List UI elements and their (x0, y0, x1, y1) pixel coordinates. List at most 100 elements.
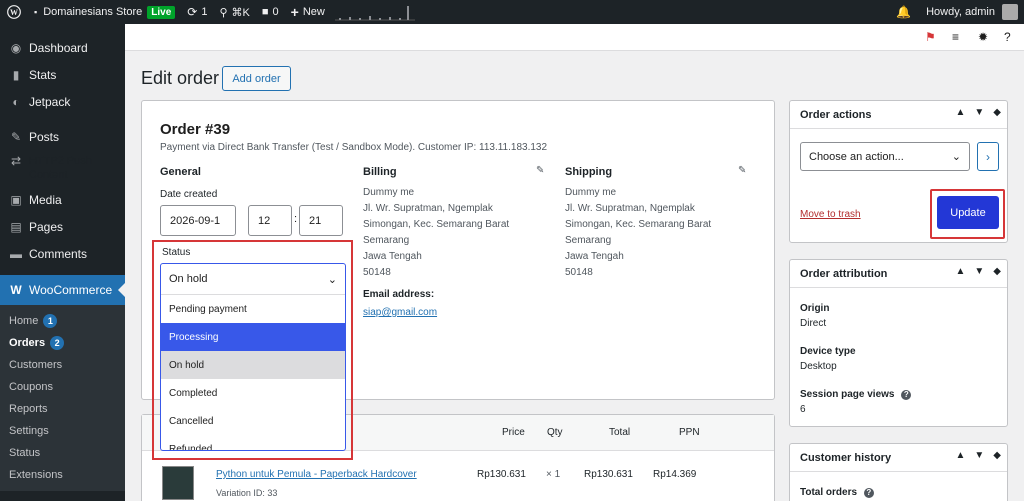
collapse-icon[interactable]: ◆ (993, 266, 1001, 277)
date-created-input[interactable]: 2026-09-1 (160, 205, 236, 236)
site-name-link[interactable]: ▪ Domainesians Store Live (28, 0, 181, 24)
sidebar-item-dashboard[interactable]: ◉ Dashboard (0, 34, 125, 61)
new-label: New (302, 6, 325, 18)
chevron-down-icon[interactable]: ▼ (974, 107, 984, 118)
command-palette-link[interactable]: ⚲ ⌘K (213, 0, 255, 24)
sidebar-item-label: Media (29, 192, 62, 207)
chevron-up-icon[interactable]: ▲ (955, 107, 965, 118)
order-attribution-title: Order attribution (800, 268, 888, 280)
address-line: Semarang (565, 235, 612, 246)
chevron-up-icon[interactable]: ▲ (955, 266, 965, 277)
comments-link[interactable]: ■ 0 (256, 0, 285, 24)
updates-count: 1 (201, 6, 208, 18)
submenu-item-extensions[interactable]: Extensions (0, 464, 125, 486)
notifications-bell-icon[interactable]: 🔔 (896, 5, 911, 19)
address-line: Jawa Tengah (565, 251, 624, 262)
media-icon: ▣ (10, 192, 22, 207)
submenu-item-customers[interactable]: Customers (0, 354, 125, 376)
submenu-label: Home (9, 315, 39, 327)
status-option-cancelled[interactable]: Cancelled (161, 407, 345, 435)
address-line: Jl. Wr. Supratman, Ngemplak (363, 203, 493, 214)
inbox-alert-icon[interactable]: ⚑ (925, 30, 936, 44)
page-title: Edit order (141, 68, 220, 88)
status-select[interactable]: On hold ⌄ Pending payment Processing On … (160, 263, 346, 451)
order-attribution-header: Order attribution ▲ ▼ ◆ (790, 260, 1007, 288)
new-content-link[interactable]: + New (285, 0, 331, 24)
email-link[interactable]: siap@gmail.com (363, 307, 437, 318)
help-icon[interactable]: ? (863, 488, 874, 498)
move-to-trash-link[interactable]: Move to trash (800, 209, 861, 220)
sidebar-item-jetpack[interactable]: ◐ Jetpack (0, 88, 125, 115)
order-action-select[interactable]: Choose an action... ⌄ (800, 142, 970, 171)
submenu-label: Settings (9, 425, 49, 437)
status-option-on-hold[interactable]: On hold (161, 351, 345, 379)
product-thumbnail[interactable] (162, 466, 194, 500)
sidebar-item-woocommerce[interactable]: W WooCommerce (0, 275, 125, 305)
apply-action-button[interactable]: › (977, 142, 999, 171)
views-field: Session page views ? 6 (800, 389, 912, 415)
collapse-icon[interactable]: ◆ (993, 450, 1001, 461)
stats-sparkline[interactable] (334, 3, 415, 21)
list-icon[interactable]: ≡ (952, 30, 959, 44)
update-button[interactable]: Update (937, 196, 999, 229)
sidebar-item-label: WooCommerce (29, 283, 113, 297)
activity-toolbar: ⚑ ≡ ✹ ? (125, 24, 1024, 51)
sidebar-item-comments[interactable]: ▬ Comments (0, 240, 125, 267)
ppn-header: PPN (679, 427, 700, 438)
submenu-item-reports[interactable]: Reports (0, 398, 125, 420)
submenu-item-orders[interactable]: Orders 2 (0, 332, 125, 354)
address-line: Simongan, Kec. Semarang Barat (363, 219, 510, 230)
chevron-up-icon[interactable]: ▲ (955, 450, 965, 461)
jetpack-icon: ◐ (12, 94, 20, 109)
sidebar-item-stats[interactable]: ▮ Stats (0, 61, 125, 88)
customer-history-panel: Customer history ▲ ▼ ◆ Total orders ? (789, 443, 1008, 501)
help-icon[interactable]: ? (901, 390, 912, 400)
order-actions-header: Order actions ▲ ▼ ◆ (790, 101, 1007, 129)
customer-history-title: Customer history (800, 452, 892, 464)
sidebar-item-label: Comments (29, 246, 88, 261)
address-line: 50148 (565, 267, 593, 278)
device-label: Device type (800, 346, 856, 357)
updates-link[interactable]: ⟳ 1 (181, 0, 213, 24)
status-option-refunded[interactable]: Refunded (161, 435, 345, 451)
general-heading: General (160, 166, 201, 178)
avatar[interactable] (1002, 4, 1018, 20)
sidebar-item-pages[interactable]: ▤ Pages (0, 213, 125, 240)
gear-icon[interactable]: ✹ (978, 30, 988, 44)
item-ppn: Rp14.369 (653, 469, 697, 480)
sidebar-item-posts[interactable]: ✎ Posts (0, 123, 125, 150)
submenu-label: Extensions (9, 469, 63, 481)
status-current-value[interactable]: On hold ⌄ (161, 264, 345, 294)
pages-icon: ▤ (10, 219, 22, 234)
submenu-item-status[interactable]: Status (0, 442, 125, 464)
howdy-link[interactable]: Howdy, admin (926, 6, 995, 18)
sidebar-item-media[interactable]: ▣ Media (0, 186, 125, 213)
sidebar-item-label: Jetpack (29, 94, 71, 109)
hour-input[interactable]: 12 (248, 205, 292, 236)
submenu-item-home[interactable]: Home 1 (0, 310, 125, 332)
edit-shipping-pencil-icon[interactable]: ✎ (738, 165, 746, 176)
device-value: Desktop (800, 361, 837, 372)
product-link[interactable]: Python untuk Pemula - Paperback Hardcove… (216, 469, 417, 480)
status-option-pending[interactable]: Pending payment (161, 295, 345, 323)
edit-billing-pencil-icon[interactable]: ✎ (536, 165, 544, 176)
status-option-completed[interactable]: Completed (161, 379, 345, 407)
add-order-button[interactable]: Add order (222, 66, 291, 91)
chevron-down-icon[interactable]: ▼ (974, 266, 984, 277)
wp-admin-window: W ▪ Domainesians Store Live ⟳ 1 ⚲ ⌘K ■ 0… (0, 0, 1024, 501)
address-line: Jawa Tengah (363, 251, 422, 262)
minute-input[interactable]: 21 (299, 205, 343, 236)
help-icon[interactable]: ? (1004, 30, 1011, 44)
chevron-down-icon: ⌄ (327, 273, 337, 286)
comment-bubble-icon: ■ (261, 6, 269, 18)
collapse-icon[interactable]: ◆ (993, 107, 1001, 118)
wordpress-logo-icon[interactable]: W (0, 0, 28, 24)
count-badge: 1 (43, 314, 58, 328)
submenu-item-settings[interactable]: Settings (0, 420, 125, 442)
submenu-item-coupons[interactable]: Coupons (0, 376, 125, 398)
sidebar-item-label: Posts (29, 129, 60, 144)
order-actions-panel: Order actions ▲ ▼ ◆ Choose an action... … (789, 100, 1008, 243)
status-option-processing[interactable]: Processing (161, 323, 345, 351)
chevron-down-icon[interactable]: ▼ (974, 450, 984, 461)
sidebar-item-http2-push[interactable]: ⇄ HTTP2 Push Content (0, 150, 125, 186)
